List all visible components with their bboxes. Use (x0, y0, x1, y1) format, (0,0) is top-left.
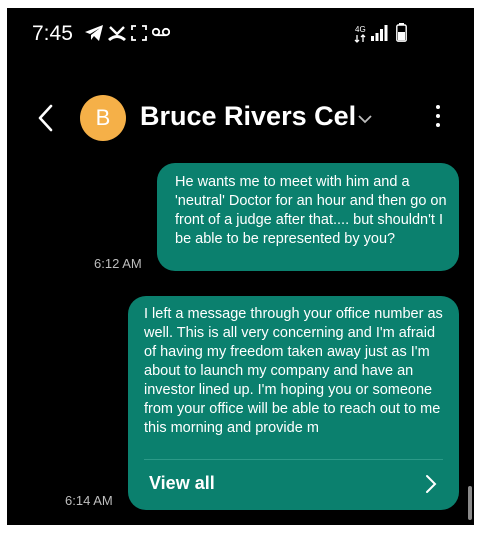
messaging-screen: 7:45 4G B Bruce Rivers Cel He wants me t… (7, 8, 474, 525)
data-4g-icon: 4G (354, 23, 366, 43)
message-bubble[interactable]: I left a message through your office num… (128, 296, 459, 510)
status-bar: 7:45 4G (7, 8, 474, 56)
message-timestamp: 6:12 AM (94, 256, 142, 271)
status-time: 7:45 (32, 22, 73, 45)
divider (144, 459, 443, 460)
contact-name[interactable]: Bruce Rivers Cel (140, 101, 356, 132)
message-text: I left a message through your office num… (144, 306, 443, 436)
more-options-icon[interactable] (433, 105, 443, 133)
screenshot-icon (131, 25, 147, 41)
telegram-icon (85, 25, 103, 41)
back-arrow-icon[interactable] (33, 103, 59, 133)
signal-icon (371, 25, 389, 41)
message-text: He wants me to meet with him and a 'neut… (175, 174, 447, 247)
svg-text:4G: 4G (355, 25, 366, 34)
chevron-down-icon[interactable] (357, 112, 373, 124)
contact-avatar[interactable]: B (80, 95, 126, 141)
message-bubble[interactable]: He wants me to meet with him and a 'neut… (157, 163, 459, 271)
view-all-button[interactable]: View all (149, 474, 215, 493)
voicemail-icon (152, 27, 170, 37)
missed-call-icon (108, 25, 126, 41)
battery-icon (396, 23, 407, 42)
chevron-right-icon[interactable] (425, 474, 437, 494)
message-timestamp: 6:14 AM (65, 493, 113, 508)
scrollbar[interactable] (468, 486, 472, 520)
